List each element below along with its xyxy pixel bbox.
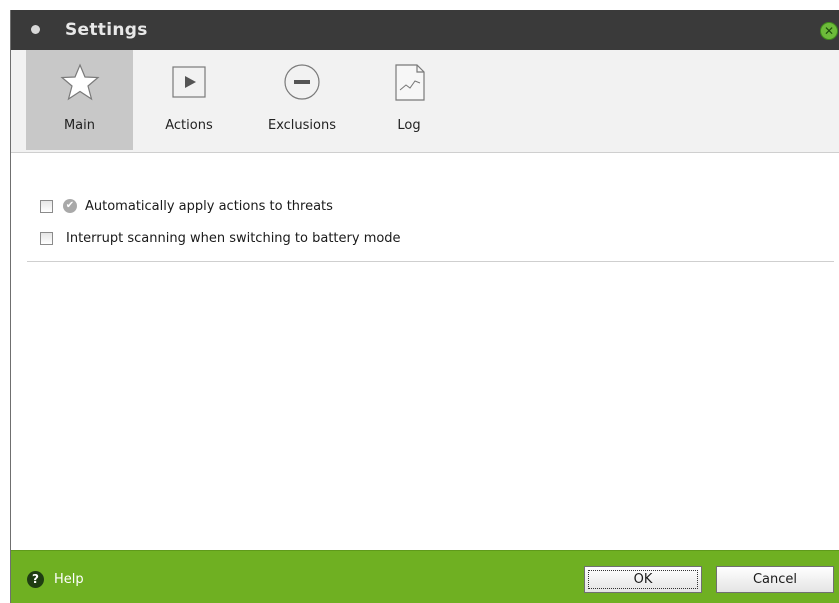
tab-log[interactable]: Log	[369, 50, 449, 150]
minus-circle-icon	[284, 64, 320, 100]
settings-content: ✔ Automatically apply actions to threats…	[11, 153, 839, 550]
help-link[interactable]: Help	[54, 572, 84, 587]
settings-window: Settings ✕ Main Actions Exclusions Log ✔…	[10, 10, 839, 603]
cancel-button[interactable]: Cancel	[716, 566, 834, 593]
tab-main-label: Main	[63, 118, 96, 133]
app-status-icon	[31, 25, 40, 34]
tab-actions-label: Actions	[165, 118, 213, 133]
star-icon	[59, 63, 100, 101]
option-auto-apply-actions: ✔ Automatically apply actions to threats	[40, 197, 333, 215]
tab-exclusions[interactable]: Exclusions	[248, 50, 356, 150]
option-interrupt-on-battery: Interrupt scanning when switching to bat…	[40, 229, 401, 247]
log-document-icon	[395, 64, 425, 101]
close-icon: ✕	[823, 24, 835, 38]
auto-apply-actions-checkbox[interactable]	[40, 199, 53, 213]
settings-toolbar: Main Actions Exclusions Log	[11, 50, 839, 153]
check-circle-icon: ✔	[63, 199, 77, 213]
title-bar: Settings ✕	[11, 10, 839, 50]
auto-apply-actions-label[interactable]: Automatically apply actions to threats	[85, 199, 333, 214]
tab-log-label: Log	[397, 118, 421, 133]
interrupt-on-battery-checkbox[interactable]	[40, 231, 53, 245]
help-icon[interactable]: ?	[27, 571, 44, 588]
tab-main[interactable]: Main	[26, 50, 133, 150]
tab-exclusions-label: Exclusions	[267, 118, 337, 133]
ok-button[interactable]: OK	[584, 566, 702, 593]
dialog-footer: ? Help OK Cancel	[11, 550, 839, 603]
play-icon	[172, 66, 206, 98]
close-button[interactable]: ✕	[820, 22, 838, 40]
content-divider	[27, 261, 834, 262]
interrupt-on-battery-label[interactable]: Interrupt scanning when switching to bat…	[66, 231, 401, 246]
tab-actions[interactable]: Actions	[144, 50, 234, 150]
window-title: Settings	[65, 20, 148, 40]
